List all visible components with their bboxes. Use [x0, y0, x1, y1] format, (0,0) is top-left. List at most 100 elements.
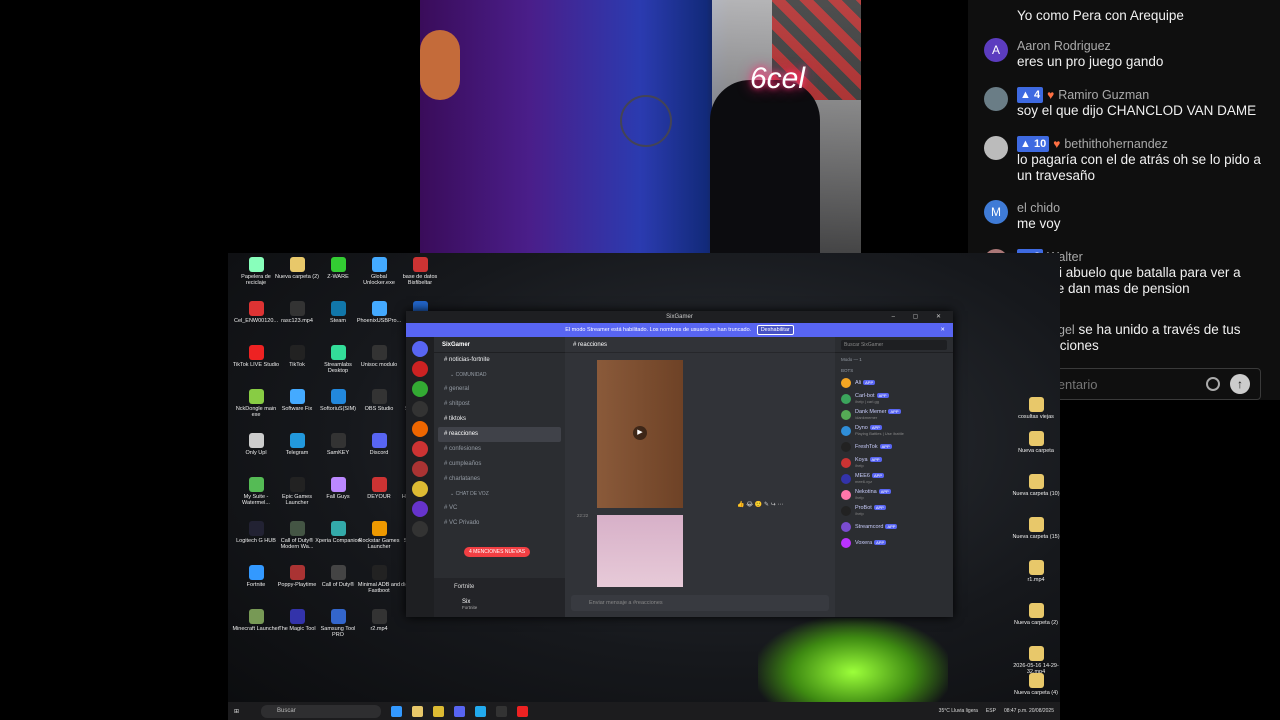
new-mentions-badge[interactable]: 4 MENCIONES NUEVAS	[464, 547, 531, 557]
app-badge: APP	[869, 457, 882, 462]
avatar	[841, 394, 851, 404]
desktop-icon[interactable]: cosultas viejas	[1012, 397, 1060, 420]
channel-header: # reacciones	[565, 337, 835, 353]
clock[interactable]: 08:47 p.m. 20/08/2025	[1004, 708, 1054, 714]
video-attachment[interactable]: ▶	[597, 360, 683, 508]
channel-item[interactable]: # tiktoks	[434, 412, 565, 427]
close-icon[interactable]: ✕	[940, 323, 945, 337]
taskbar-search[interactable]: Buscar	[261, 704, 382, 718]
play-icon[interactable]: ▶	[633, 426, 647, 440]
app-icon	[371, 477, 387, 492]
channel-item[interactable]: # confesiones	[434, 442, 565, 457]
chrome-icon[interactable]	[433, 705, 445, 717]
chat-author[interactable]: Aaron Rodriguez	[1017, 38, 1163, 54]
member-item[interactable]: Nekotina APP/help	[835, 487, 953, 503]
desktop-icon[interactable]: 2026-05-16 14-29-32.mp4	[1012, 646, 1060, 675]
member-list: Buscar SixGamer Modo — 1 BOTS Ali APP Carl…	[835, 337, 953, 617]
chat-text: soy el que dijo CHANCLOD VAN DAME	[1017, 103, 1257, 118]
chat-author[interactable]: el chido	[1017, 200, 1061, 216]
desktop-icon[interactable]: r1.mp4	[1012, 560, 1060, 583]
member-item[interactable]: Voxera APP	[835, 535, 953, 551]
member-item[interactable]: Dank Memer APP/dankmemer	[835, 407, 953, 423]
desktop-icon[interactable]: base de datos Bisfibeltar	[396, 257, 444, 286]
avatar	[841, 426, 851, 436]
app-icon	[248, 345, 264, 360]
avatar	[841, 378, 851, 388]
folder-icon[interactable]	[412, 705, 424, 717]
avatar	[841, 458, 851, 468]
language[interactable]: ESP	[986, 708, 996, 714]
app-icon	[289, 389, 305, 404]
window-controls[interactable]: – ▢ ✕	[892, 311, 949, 323]
video-attachment[interactable]	[597, 515, 683, 587]
desktop-icon[interactable]: r2.mp4	[355, 609, 403, 632]
message-actions[interactable]: 👍 😂 🙂 ✎ ↪ ⋯	[737, 501, 783, 508]
server-icon[interactable]	[412, 361, 428, 377]
voice-channel[interactable]: Fortnite	[434, 578, 565, 596]
windows-icon[interactable]: ⊞	[234, 708, 239, 715]
app-icon	[248, 609, 264, 624]
channel-item[interactable]: # VC	[434, 501, 565, 516]
fan	[620, 95, 672, 147]
chat-author[interactable]: bethithohernandez	[1064, 136, 1168, 152]
desktop-icon[interactable]: Nueva carpeta (2)	[1012, 603, 1060, 626]
app-icon	[371, 433, 387, 448]
server-icon[interactable]	[412, 481, 428, 497]
server-icon[interactable]	[412, 461, 428, 477]
emoji-icon[interactable]	[1206, 377, 1220, 391]
discord-icon[interactable]	[454, 705, 466, 717]
app-icon	[330, 257, 346, 272]
channel-category[interactable]: ⌄ CHAT DE VOZ	[434, 487, 565, 501]
channel-item[interactable]: # shitpost	[434, 397, 565, 412]
channel-item[interactable]: # reacciones	[438, 427, 561, 442]
chat-text: me voy	[1017, 216, 1061, 231]
server-icon[interactable]	[412, 381, 428, 397]
search-box[interactable]: Buscar SixGamer	[835, 337, 953, 353]
server-icon[interactable]	[412, 501, 428, 517]
server-icon[interactable]	[412, 401, 428, 417]
member-item[interactable]: MEE6 APP mee6.xyz	[835, 471, 953, 487]
desktop-icon[interactable]: Nueva carpeta (4)	[1012, 673, 1060, 696]
channel-item[interactable]: # general	[434, 382, 565, 397]
member-item[interactable]: Ali APP	[835, 375, 953, 391]
server-icon[interactable]	[412, 521, 428, 537]
server-icon[interactable]	[412, 441, 428, 457]
desktop-icon[interactable]: Nueva carpeta (15)	[1012, 517, 1060, 540]
obs-icon[interactable]	[496, 705, 508, 717]
app-icon	[371, 521, 387, 536]
weather[interactable]: 35°C Lluvia ligera	[939, 708, 978, 714]
discord-home-icon[interactable]	[412, 341, 428, 357]
member-item[interactable]: Dyno APP Playing Battles | Use /battle	[835, 423, 953, 439]
member-item[interactable]: ProBot APP/help	[835, 503, 953, 519]
channel-category[interactable]: ⌄ COMUNIDAD	[434, 368, 565, 382]
app-icon	[248, 257, 264, 272]
channel-item[interactable]: # noticias-fortnite	[434, 353, 565, 368]
channel-item[interactable]: # charlatanes	[434, 472, 565, 487]
message-area: # reacciones ▶ 22:22 👍 😂 🙂 ✎ ↪ ⋯ Enviar …	[565, 337, 835, 617]
desktop-icon[interactable]: Nueva carpeta (10)	[1012, 474, 1060, 497]
message-input[interactable]: Enviar mensaje a #reacciones	[571, 595, 829, 611]
avatar	[841, 538, 851, 548]
app-icon[interactable]	[391, 705, 403, 717]
member-item[interactable]: Koya APP/help	[835, 455, 953, 471]
avatar	[984, 136, 1008, 160]
channel-item[interactable]: # cumpleaños	[434, 457, 565, 472]
desktop-icon[interactable]: Nueva carpeta	[1012, 431, 1060, 454]
folder-icon	[1028, 646, 1044, 661]
server-name[interactable]: SixGamer	[434, 337, 565, 353]
app-icon	[289, 257, 305, 272]
chat-author[interactable]: Ramiro Guzman	[1058, 87, 1149, 103]
app-icon[interactable]	[475, 705, 487, 717]
chat-message: ▲ 4 ♥ Ramiro Guzman soy el que dijo CHANCL…	[984, 87, 1270, 119]
channel-item[interactable]: # VC Privado	[434, 516, 565, 531]
member-item[interactable]: Streamcord APP	[835, 519, 953, 535]
app-badge: APP	[878, 489, 891, 494]
server-list	[406, 337, 434, 617]
member-item[interactable]: Carl-bot APP/help | carl.gg	[835, 391, 953, 407]
member-badge: ▲ 10	[1017, 136, 1050, 152]
member-item[interactable]: FreshTok APP	[835, 439, 953, 455]
send-icon[interactable]: ↑	[1230, 374, 1250, 394]
disable-streamer-button[interactable]: Deshabilitar	[756, 325, 794, 335]
tiktok-icon[interactable]	[517, 705, 529, 717]
server-icon[interactable]	[412, 421, 428, 437]
